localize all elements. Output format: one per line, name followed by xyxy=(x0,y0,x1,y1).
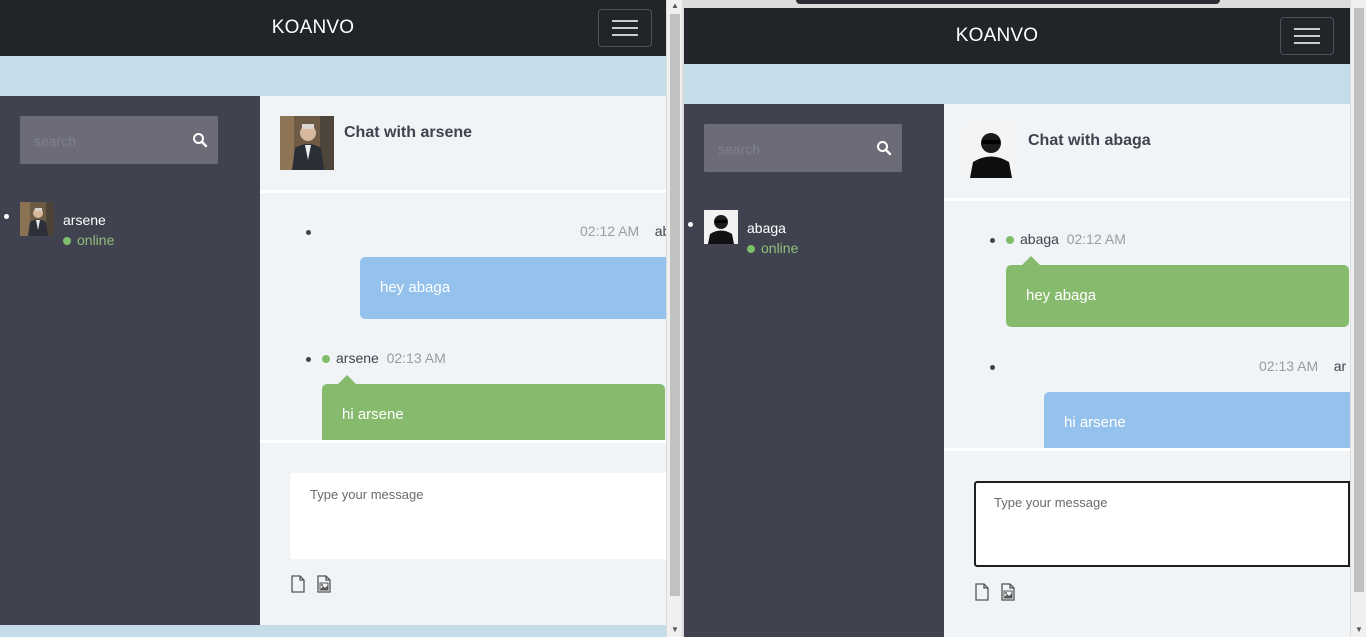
message-text: hey abaga xyxy=(1026,287,1097,304)
contact-status: online xyxy=(63,232,114,248)
message-input[interactable] xyxy=(974,481,1350,567)
image-icon[interactable] xyxy=(1000,583,1016,601)
search-icon[interactable] xyxy=(876,140,892,156)
message-text: hi arsene xyxy=(342,406,404,423)
right-browser-window: KOANVO abaga o xyxy=(684,0,1350,637)
scrollbar-thumb[interactable] xyxy=(670,14,680,596)
chat-avatar xyxy=(280,116,334,170)
search-icon[interactable] xyxy=(192,132,208,148)
message-sender: abaga xyxy=(1020,231,1059,247)
message-text: hi arsene xyxy=(1064,414,1126,431)
list-bullet xyxy=(4,214,9,219)
message-sender: arsene xyxy=(336,350,379,366)
message-bubble-sent: hi arsene xyxy=(1044,392,1350,448)
message-composer xyxy=(260,443,666,633)
list-bullet xyxy=(990,238,995,243)
message-meta: 02:13 AM ar xyxy=(1259,358,1346,374)
scroll-down-arrow-icon[interactable]: ▼ xyxy=(1354,626,1364,634)
search-box xyxy=(704,124,902,172)
message-bubble-received: hey abaga xyxy=(1006,256,1349,327)
search-input[interactable] xyxy=(716,138,870,160)
contact-name: arsene xyxy=(63,212,106,228)
contact-name: abaga xyxy=(747,220,786,236)
brand-logo[interactable]: KOANVO xyxy=(0,0,626,56)
message-meta: abaga 02:12 AM xyxy=(1006,231,1126,247)
message-bubble-sent: hey abaga xyxy=(360,257,666,319)
message-sender: ab xyxy=(654,223,666,239)
chat-main: Chat with arsene 02:12 AM ab hey abaga a… xyxy=(260,96,666,625)
message-time: 02:12 AM xyxy=(580,223,640,239)
scrollbar[interactable]: ▲ ▼ xyxy=(666,0,683,637)
status-text: online xyxy=(77,232,115,248)
navbar: KOANVO xyxy=(684,8,1350,64)
message-bubble-received: hi arsene xyxy=(322,375,665,440)
message-meta: arsene 02:13 AM xyxy=(322,350,446,366)
image-icon[interactable] xyxy=(316,575,332,593)
message-list: 02:12 AM ab hey abaga arsene 02:13 AM hi… xyxy=(260,193,666,443)
message-text: hey abaga xyxy=(380,279,451,296)
chat-title: Chat with arsene xyxy=(344,124,473,141)
message-input[interactable] xyxy=(290,473,666,559)
scroll-up-arrow-icon[interactable]: ▲ xyxy=(670,2,680,10)
online-status-dot xyxy=(63,237,71,245)
brand-logo[interactable]: KOANVO xyxy=(684,8,1310,64)
status-text: online xyxy=(761,240,799,256)
file-icon[interactable] xyxy=(974,583,990,601)
list-bullet xyxy=(306,230,311,235)
scroll-down-arrow-icon[interactable]: ▼ xyxy=(670,626,680,634)
hamburger-menu-button[interactable] xyxy=(598,9,652,47)
search-input[interactable] xyxy=(32,130,186,152)
left-browser-window: KOANVO search arsene online Chat with ar… xyxy=(0,0,666,637)
message-composer xyxy=(944,451,1350,637)
message-meta: 02:12 AM ab xyxy=(580,223,666,239)
contacts-sidebar: abaga online xyxy=(684,104,944,637)
scrollbar[interactable]: ▼ xyxy=(1350,0,1366,637)
online-status-dot xyxy=(747,245,755,253)
hamburger-menu-button[interactable] xyxy=(1280,17,1334,55)
contacts-sidebar: arsene online xyxy=(0,96,260,625)
contact-status: online xyxy=(747,240,798,256)
chat-panel: abaga online Chat with abaga abaga 02:12… xyxy=(684,104,1350,637)
navbar: KOANVO xyxy=(0,0,666,56)
online-status-dot xyxy=(322,355,330,363)
list-bullet xyxy=(306,357,311,362)
contact-list-item[interactable]: abaga online xyxy=(684,210,944,256)
search-box xyxy=(20,116,218,164)
chat-avatar xyxy=(964,124,1018,178)
chat-title: Chat with abaga xyxy=(1028,132,1151,149)
message-time: 02:13 AM xyxy=(1259,358,1319,374)
chat-header: Chat with arsene xyxy=(260,96,666,193)
online-status-dot xyxy=(1006,236,1014,244)
contact-list-item[interactable]: arsene online xyxy=(0,202,260,248)
message-sender: ar xyxy=(1333,358,1347,374)
file-icon[interactable] xyxy=(290,575,306,593)
message-list: abaga 02:12 AM hey abaga 02:13 AM ar hi … xyxy=(944,201,1350,451)
list-bullet xyxy=(990,365,995,370)
avatar xyxy=(704,210,738,244)
avatar xyxy=(20,202,54,236)
chat-header: Chat with abaga xyxy=(944,104,1350,201)
scrollbar-thumb[interactable] xyxy=(1354,8,1364,592)
chat-panel: arsene online Chat with arsene xyxy=(0,96,666,625)
message-time: 02:12 AM xyxy=(1066,231,1126,247)
message-time: 02:13 AM xyxy=(386,350,446,366)
browser-top-strip xyxy=(684,0,1350,8)
chat-main: Chat with abaga abaga 02:12 AM hey abaga… xyxy=(944,104,1350,637)
list-bullet xyxy=(688,222,693,227)
